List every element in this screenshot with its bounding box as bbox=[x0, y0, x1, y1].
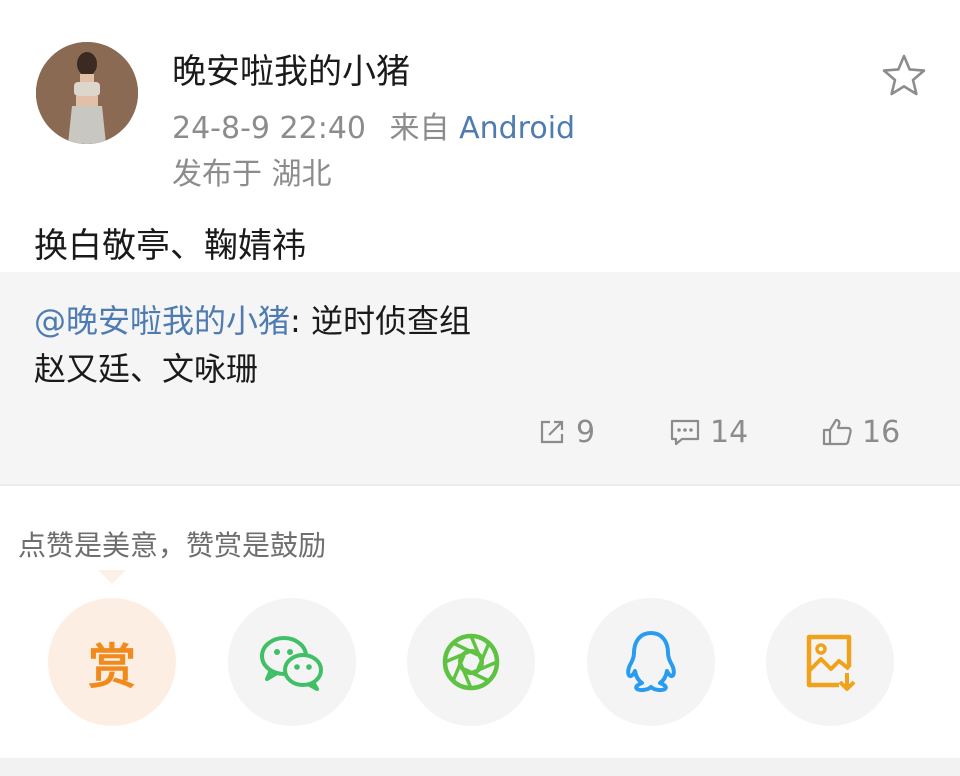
repost-text: 逆时侦查组 bbox=[300, 302, 471, 340]
repost-line-1: @晚安啦我的小猪: 逆时侦查组 bbox=[34, 296, 471, 342]
repost-count-button[interactable]: 9 bbox=[536, 412, 595, 452]
repost-count: 9 bbox=[576, 414, 596, 450]
retweeted-post[interactable]: @晚安啦我的小猪: 逆时侦查组 赵又廷、文咏珊 9 14 16 bbox=[0, 272, 960, 484]
post-meta: 24-8-9 22:40 来自 Android bbox=[172, 103, 575, 147]
thumbs-up-icon bbox=[822, 418, 852, 446]
comment-count-button[interactable]: 14 bbox=[668, 412, 748, 452]
share-qq-button[interactable] bbox=[587, 598, 715, 726]
qq-icon bbox=[626, 631, 676, 693]
share-icon bbox=[540, 420, 564, 444]
like-count-button[interactable]: 16 bbox=[820, 412, 900, 452]
repost-line-2: 赵又廷、文咏珊 bbox=[34, 350, 259, 388]
mention-link[interactable]: @晚安啦我的小猪 bbox=[34, 302, 290, 340]
post-source[interactable]: Android bbox=[459, 111, 575, 146]
share-moments-button[interactable] bbox=[407, 598, 535, 726]
save-image-button[interactable] bbox=[766, 598, 894, 726]
repost-separator: : bbox=[290, 302, 301, 340]
star-icon[interactable] bbox=[880, 52, 928, 100]
reward-button[interactable]: 赏 bbox=[48, 598, 176, 726]
comment-icon bbox=[670, 419, 700, 446]
save-image-icon bbox=[806, 634, 856, 691]
avatar[interactable] bbox=[36, 42, 138, 144]
post-text: 换白敬亭、鞠婧祎 bbox=[34, 226, 306, 266]
weibo-post: 晚安啦我的小猪 24-8-9 22:40 来自 Android 发布于 湖北 换… bbox=[0, 0, 960, 486]
divider bbox=[0, 484, 960, 486]
source-prefix: 来自 bbox=[389, 111, 450, 146]
reward-label: 赏 bbox=[87, 639, 136, 695]
tip-arrow bbox=[98, 570, 126, 584]
bottom-bar bbox=[0, 758, 960, 776]
reward-tip: 点赞是美意，赞赏是鼓励 bbox=[18, 529, 327, 562]
like-count: 16 bbox=[862, 414, 901, 450]
moments-icon bbox=[442, 633, 500, 691]
post-location: 发布于 湖北 bbox=[172, 157, 332, 192]
wechat-icon bbox=[260, 636, 323, 691]
share-wechat-button[interactable] bbox=[228, 598, 356, 726]
comment-count: 14 bbox=[710, 414, 749, 450]
post-time: 24-8-9 22:40 bbox=[172, 111, 366, 146]
username[interactable]: 晚安啦我的小猪 bbox=[172, 44, 410, 93]
